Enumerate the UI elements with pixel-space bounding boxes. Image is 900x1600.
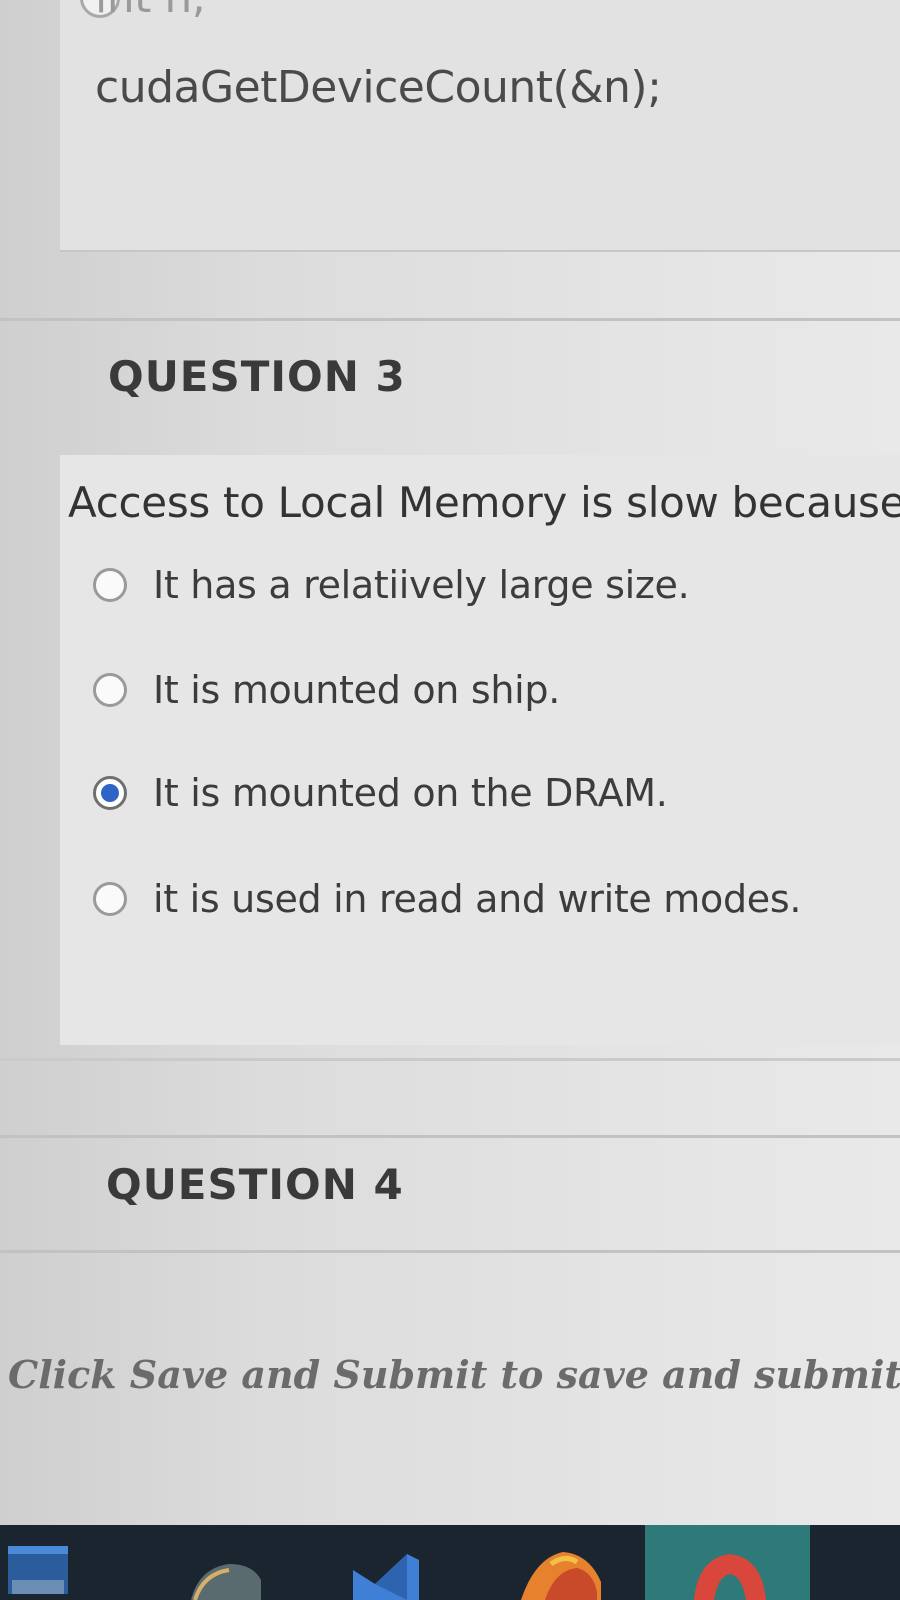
- taskbar: [0, 1525, 900, 1600]
- section-divider: [0, 1250, 900, 1253]
- option-radio[interactable]: [93, 882, 127, 916]
- question-3-panel: [60, 455, 900, 1045]
- previous-question-panel: [60, 0, 900, 252]
- answer-option-1[interactable]: It has a relatiively large size.: [93, 560, 690, 610]
- section-divider: [0, 1135, 900, 1138]
- option-radio-selected[interactable]: [93, 776, 127, 810]
- firefox-icon[interactable]: [515, 1540, 605, 1600]
- option-radio[interactable]: [93, 568, 127, 602]
- answer-option-4[interactable]: it is used in read and write modes.: [93, 874, 801, 924]
- section-divider: [0, 318, 900, 321]
- save-submit-instruction: Click Save and Submit to save and submit…: [8, 1352, 900, 1397]
- chrome-icon[interactable]: [690, 1550, 770, 1600]
- option-label[interactable]: it is used in read and write modes.: [153, 877, 801, 921]
- quiz-page: int n; cudaGetDeviceCount(&n); QUESTION …: [0, 0, 900, 1600]
- answer-option-2[interactable]: It is mounted on ship.: [93, 665, 560, 715]
- option-label[interactable]: It has a relatiively large size.: [153, 563, 690, 607]
- code-line-device-count: cudaGetDeviceCount(&n);: [95, 62, 662, 113]
- question-3-title: QUESTION 3: [108, 352, 406, 401]
- code-line-declaration: int n;: [95, 0, 207, 23]
- option-label[interactable]: It is mounted on the DRAM.: [153, 771, 668, 815]
- option-label[interactable]: It is mounted on ship.: [153, 668, 560, 712]
- option-radio[interactable]: [93, 673, 127, 707]
- question-4-title: QUESTION 4: [106, 1160, 404, 1209]
- visual-studio-icon[interactable]: [345, 1540, 425, 1600]
- answer-option-3[interactable]: It is mounted on the DRAM.: [93, 768, 668, 818]
- edge-browser-icon[interactable]: [185, 1540, 265, 1600]
- section-divider: [0, 1058, 900, 1061]
- question-3-prompt: Access to Local Memory is slow because: [68, 478, 900, 527]
- file-explorer-icon[interactable]: [4, 1540, 74, 1600]
